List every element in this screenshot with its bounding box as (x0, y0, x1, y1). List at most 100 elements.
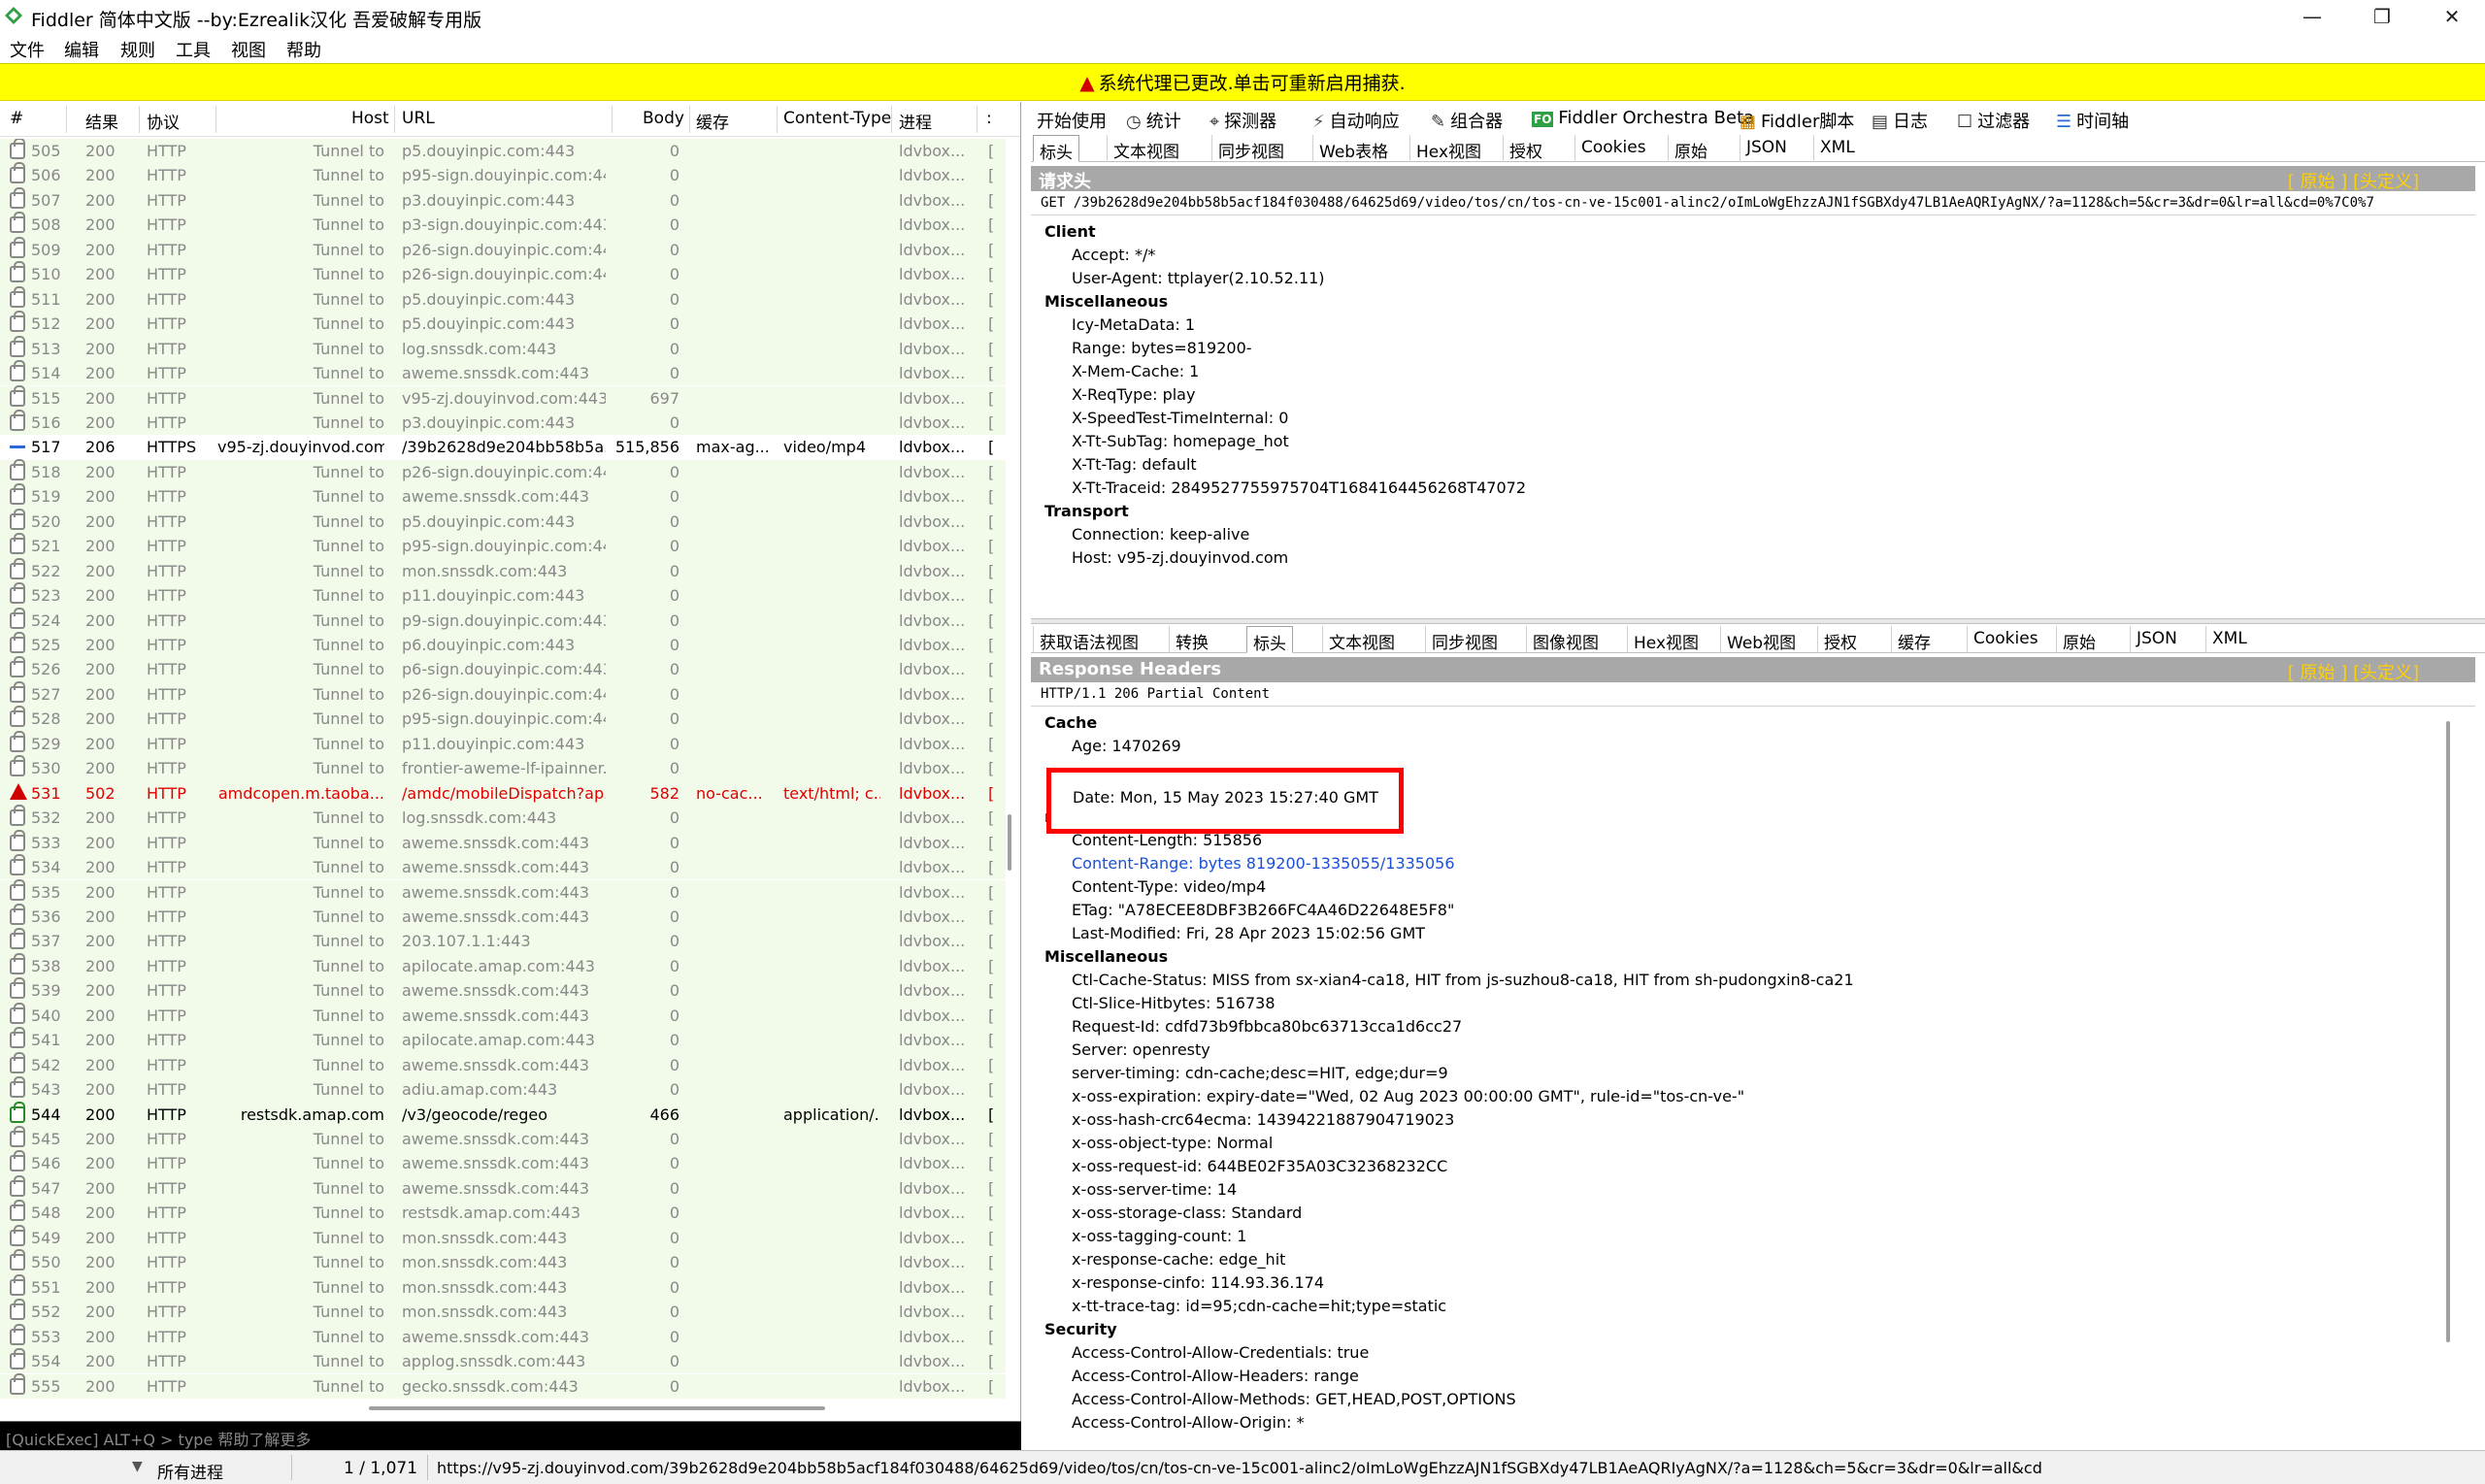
col-content-type[interactable]: Content-Type (783, 109, 891, 128)
req-header-line[interactable]: X-Tt-Traceid: 2849527755975704T168416445… (1072, 478, 1526, 497)
resp-group-security[interactable]: Security (1044, 1320, 1117, 1338)
req-tab-webforms[interactable]: Web表格 (1312, 135, 1394, 162)
session-row[interactable]: 538 200 HTTP Tunnel to apilocate.amap.com:44… (0, 952, 1006, 979)
toolbar-log[interactable]: ▤ 日志 (1872, 108, 1928, 133)
session-row[interactable]: 514 200 HTTP Tunnel to aweme.snssdk.com:443 0… (0, 360, 1006, 386)
session-row[interactable]: 542 200 HTTP Tunnel to aweme.snssdk.com:443 0… (0, 1051, 1006, 1078)
session-row[interactable]: 551 200 HTTP Tunnel to mon.snssdk.com:443 0 ld… (0, 1273, 1006, 1301)
session-row[interactable]: 550 200 HTTP Tunnel to mon.snssdk.com:443 0 ld… (0, 1249, 1006, 1275)
menu-file[interactable]: 文件 (10, 37, 45, 62)
session-row[interactable]: 524 200 HTTP Tunnel to p9-sign.douyinpic.com… (0, 607, 1006, 633)
req-tab-auth[interactable]: 授权 (1503, 135, 1548, 162)
resp-misc-line[interactable]: Ctl-Cache-Status: MISS from sx-xian4-ca1… (1072, 971, 1854, 989)
session-row[interactable]: 548 200 HTTP Tunnel to restsdk.amap.com:443 0… (0, 1200, 1006, 1226)
resp-misc-line[interactable]: Request-Id: cdfd73b9fbbca80bc63713cca1d6… (1072, 1017, 1462, 1036)
session-row[interactable]: 554 200 HTTP Tunnel to applog.snssdk.com:443… (0, 1348, 1006, 1374)
req-header-line[interactable]: Range: bytes=819200- (1072, 339, 1252, 357)
session-row[interactable]: 553 200 HTTP Tunnel to aweme.snssdk.com:443 0… (0, 1323, 1006, 1350)
req-tab-hexview[interactable]: Hex视图 (1409, 135, 1487, 162)
session-row[interactable]: 507 200 HTTP Tunnel to p3.douyinpic.com:443 0… (0, 186, 1006, 214)
resp-tab-webview[interactable]: Web视图 (1720, 626, 1802, 653)
session-row[interactable]: 513 200 HTTP Tunnel to log.snssdk.com:443 0 ld… (0, 335, 1006, 362)
toolbar-filters[interactable]: ☐ 过滤器 (1957, 108, 2030, 133)
req-group[interactable]: Client (1044, 222, 1096, 241)
resp-entity-line[interactable]: Content-Range: bytes 819200-1335055/1335… (1072, 854, 1455, 873)
req-header-line[interactable]: Accept: */* (1072, 246, 1155, 264)
session-row[interactable]: 544 200 HTTP restsdk.amap.com/v3/geocode/re… (0, 1101, 1006, 1127)
request-raw-links[interactable]: [ 原始 ] [头定义] (2288, 168, 2419, 193)
resp-misc-line[interactable]: x-oss-server-time: 14 (1072, 1180, 1237, 1199)
session-row[interactable]: 543 200 HTTP Tunnel to adiu.amap.com:443 0 ldv… (0, 1076, 1006, 1103)
quickexec-input[interactable]: [QuickExec] ALT+Q > type 帮助了解更多 (0, 1421, 1021, 1450)
toolbar-fiddlerscript[interactable]: ▦ Fiddler脚本 (1740, 108, 1854, 133)
col-protocol[interactable]: 协议 (147, 109, 180, 133)
resp-tab-get-syntax[interactable]: 获取语法视图 (1033, 626, 1144, 653)
session-row[interactable]: 511 200 HTTP Tunnel to p5.douyinpic.com:443 0… (0, 285, 1006, 313)
toolbar-timeline[interactable]: ☰ 时间轴 (2056, 108, 2129, 133)
session-row[interactable]: 526 200 HTTP Tunnel to p6-sign.douyinpic.com… (0, 656, 1006, 682)
menu-help[interactable]: 帮助 (286, 37, 321, 62)
resp-security-line[interactable]: Access-Control-Allow-Credentials: true (1072, 1343, 1369, 1362)
resp-misc-line[interactable]: x-oss-object-type: Normal (1072, 1134, 1273, 1152)
col-host[interactable]: Host (351, 109, 389, 128)
resp-misc-line[interactable]: x-response-cinfo: 114.93.36.174 (1072, 1273, 1324, 1292)
session-row[interactable]: 509 200 HTTP Tunnel to p26-sign.douyinpic.co… (0, 236, 1006, 263)
toolbar-autoresponder[interactable]: ⚡ 自动响应 (1312, 108, 1400, 133)
resp-tab-auth[interactable]: 授权 (1817, 626, 1863, 653)
date-header-highlight[interactable]: Date: Mon, 15 May 2023 15:27:40 GMT (1046, 768, 1404, 834)
response-raw-links[interactable]: [ 原始 ] [头定义] (2288, 659, 2419, 684)
resp-tab-xml[interactable]: XML (2205, 626, 2253, 653)
response-scrollbar[interactable] (2446, 721, 2450, 1342)
session-row[interactable]: 533 200 HTTP Tunnel to aweme.snssdk.com:443 0… (0, 829, 1006, 856)
req-header-line[interactable]: X-Tt-SubTag: homepage_hot (1072, 432, 1289, 450)
close-button[interactable]: ✕ (2417, 0, 2485, 33)
resp-misc-line[interactable]: Ctl-Slice-Hitbytes: 516738 (1072, 994, 1276, 1012)
session-row[interactable]: 546 200 HTTP Tunnel to aweme.snssdk.com:443 0… (0, 1150, 1006, 1176)
session-row[interactable]: 525 200 HTTP Tunnel to p6.douyinpic.com:443 0… (0, 632, 1006, 658)
req-header-line[interactable]: X-SpeedTest-TimeInternal: 0 (1072, 409, 1288, 427)
req-tab-textview[interactable]: 文本视图 (1107, 135, 1185, 162)
col-result[interactable]: 结果 (85, 109, 118, 133)
session-row[interactable]: 552 200 HTTP Tunnel to mon.snssdk.com:443 0 ld… (0, 1299, 1006, 1325)
process-filter[interactable]: 所有进程 (157, 1459, 223, 1483)
menu-edit[interactable]: 编辑 (64, 37, 99, 62)
toolbar-composer[interactable]: ✎ 组合器 (1431, 108, 1503, 133)
req-header-line[interactable]: User-Agent: ttplayer(2.10.52.11) (1072, 269, 1325, 287)
resp-misc-line[interactable]: x-tt-trace-tag: id=95;cdn-cache=hit;type… (1072, 1297, 1446, 1315)
resp-security-line[interactable]: Access-Control-Allow-Headers: range (1072, 1367, 1359, 1385)
toolbar-get-started[interactable]: 开始使用 (1037, 108, 1107, 133)
resp-tab-syntaxview[interactable]: 同步视图 (1425, 626, 1504, 653)
restore-button[interactable]: ❐ (2347, 0, 2417, 33)
resp-group-misc[interactable]: Miscellaneous (1044, 947, 1168, 966)
req-header-line[interactable]: X-ReqType: play (1072, 385, 1195, 404)
col-process[interactable]: 进程 (899, 109, 932, 133)
resp-tab-json[interactable]: JSON (2130, 626, 2183, 653)
req-header-line[interactable]: X-Tt-Tag: default (1072, 455, 1197, 474)
session-row[interactable]: 540 200 HTTP Tunnel to aweme.snssdk.com:443 0… (0, 1002, 1006, 1029)
req-header-line[interactable]: X-Mem-Cache: 1 (1072, 362, 1199, 380)
session-row[interactable]: 521 200 HTTP Tunnel to p95-sign.douyinpic.co… (0, 533, 1006, 559)
req-group[interactable]: Miscellaneous (1044, 292, 1168, 311)
menu-view[interactable]: 视图 (231, 37, 266, 62)
session-row[interactable]: 549 200 HTTP Tunnel to mon.snssdk.com:443 0 ld… (0, 1224, 1006, 1251)
resp-security-line[interactable]: Access-Control-Allow-Methods: GET,HEAD,P… (1072, 1390, 1516, 1408)
session-row[interactable]: 522 200 HTTP Tunnel to mon.snssdk.com:443 0 ld… (0, 557, 1006, 584)
resp-tab-caching[interactable]: 缓存 (1891, 626, 1937, 653)
session-row[interactable]: 527 200 HTTP Tunnel to p26-sign.douyinpic.co… (0, 680, 1006, 708)
session-row[interactable]: 536 200 HTTP Tunnel to aweme.snssdk.com:443 0… (0, 903, 1006, 930)
pane-splitter[interactable] (1031, 618, 2485, 624)
req-tab-xml[interactable]: XML (1813, 135, 1861, 162)
col-number[interactable]: # (10, 109, 23, 128)
toolbar-inspectors[interactable]: ⌖ 探测器 (1209, 108, 1276, 133)
resp-tab-raw[interactable]: 原始 (2056, 626, 2102, 653)
minimize-button[interactable]: — (2277, 0, 2347, 33)
session-row[interactable]: 519 200 HTTP Tunnel to aweme.snssdk.com:443 0… (0, 483, 1006, 510)
session-row[interactable]: 520 200 HTTP Tunnel to p5.douyinpic.com:443 0… (0, 508, 1006, 535)
req-group[interactable]: Transport (1044, 502, 1129, 520)
session-row[interactable]: 531 502 HTTP amdcopen.m.taoba... /amdc/mobil… (0, 780, 1006, 807)
req-tab-syntaxview[interactable]: 同步视图 (1211, 135, 1290, 162)
proxy-notification-bar[interactable]: ▲ 系统代理已更改.单击可重新启用捕获. (0, 63, 2485, 101)
resp-security-line[interactable]: Access-Control-Allow-Origin: * (1072, 1413, 1305, 1432)
req-tab-headers[interactable]: 标头 (1033, 135, 1079, 163)
session-row[interactable]: 534 200 HTTP Tunnel to aweme.snssdk.com:443 0… (0, 854, 1006, 880)
